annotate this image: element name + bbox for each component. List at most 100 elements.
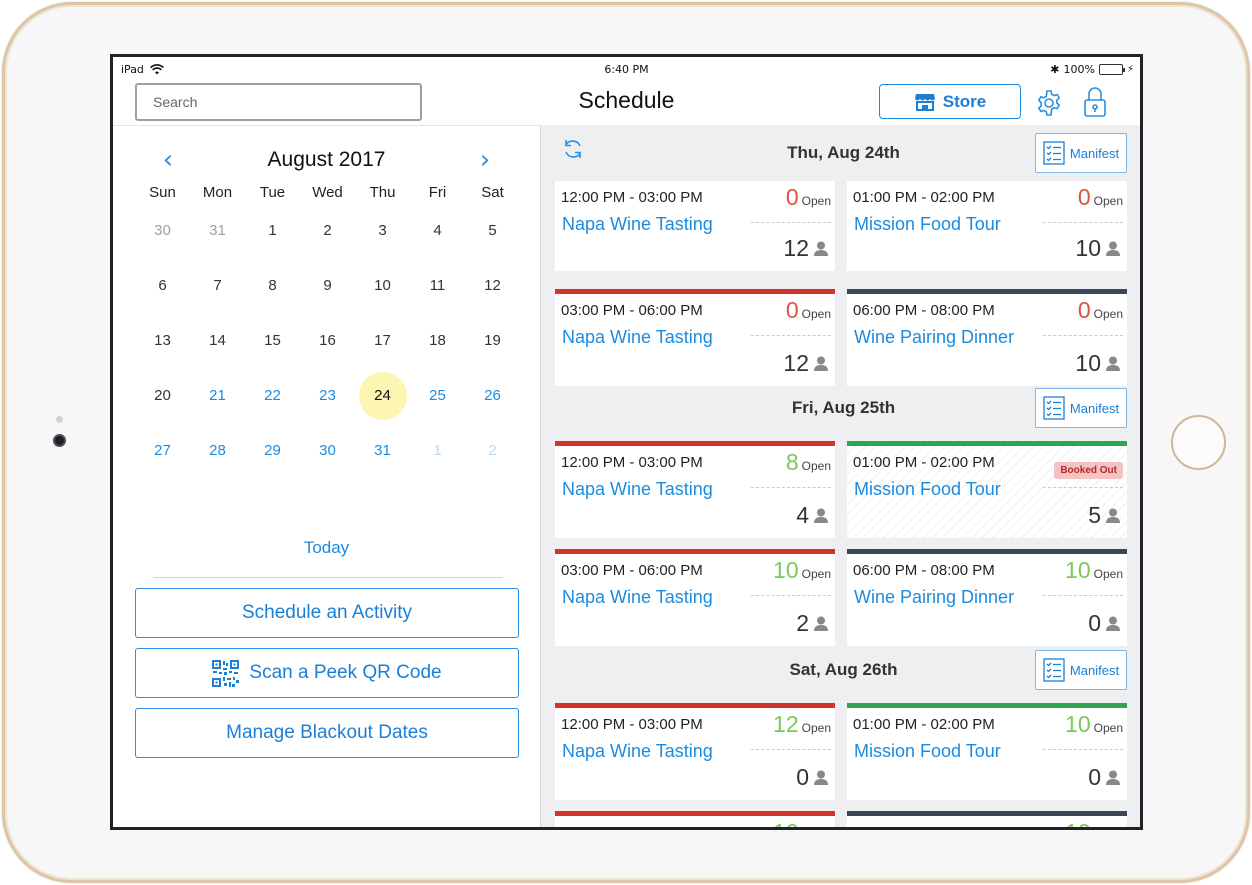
booked-count: 10: [1075, 235, 1101, 261]
calendar-day-label: 2: [488, 442, 497, 459]
calendar-day[interactable]: 29: [245, 423, 300, 478]
activity-card[interactable]: 06:00 PM - 08:00 PM Wine Pairing Dinner 0 O…: [847, 289, 1127, 386]
calendar-day[interactable]: 20: [135, 368, 190, 423]
scan-qr-button[interactable]: Scan a Peek QR Code: [135, 648, 519, 698]
activity-card[interactable]: 06:00 PM - 08:00 PMWine Pairing Dinner10…: [847, 811, 1127, 827]
search-input[interactable]: [135, 83, 422, 121]
activity-name: Napa Wine Tasting: [562, 327, 713, 347]
calendar-day[interactable]: 22: [245, 368, 300, 423]
weekday-label: Tue: [259, 184, 286, 201]
calendar-day[interactable]: 27: [135, 423, 190, 478]
activity-time: 12:00 PM - 03:00 PM: [561, 454, 703, 471]
calendar-day[interactable]: 6: [135, 258, 190, 313]
calendar-day[interactable]: 2: [300, 203, 355, 258]
calendar-day[interactable]: 30: [300, 423, 355, 478]
calendar-day[interactable]: 8: [245, 258, 300, 313]
open-spots: 0 Open: [1078, 184, 1123, 211]
activity-card[interactable]: 01:00 PM - 02:00 PM Mission Food Tour 10 Op…: [847, 703, 1127, 800]
lock-icon[interactable]: [1083, 86, 1107, 118]
open-label: Open: [801, 567, 831, 581]
activity-card[interactable]: 03:00 PM - 06:00 PM Napa Wine Tasting 0 Ope…: [555, 289, 835, 386]
booked-count: 2: [796, 610, 809, 636]
activity-card[interactable]: 12:00 PM - 03:00 PM Napa Wine Tasting 0 Ope…: [555, 181, 835, 271]
today-link[interactable]: Today: [113, 538, 540, 558]
sensor-dot: [56, 416, 63, 423]
calendar-day-label: 4: [433, 222, 442, 239]
home-button[interactable]: [1171, 415, 1226, 470]
booked-guests: 0: [1088, 610, 1121, 637]
calendar-day[interactable]: 16: [300, 313, 355, 368]
open-count: 0: [785, 184, 799, 210]
calendar-day[interactable]: 21: [190, 368, 245, 423]
divider: [1043, 335, 1123, 336]
calendar-day[interactable]: 5: [465, 203, 520, 258]
calendar-day[interactable]: 11: [410, 258, 465, 313]
activity-card[interactable]: 12:00 PM - 03:00 PM Napa Wine Tasting 8 Ope…: [555, 441, 835, 538]
divider: [153, 577, 503, 578]
calendar-day[interactable]: 31: [355, 423, 410, 478]
activity-card[interactable]: 06:00 PM - 08:00 PMWine Pairing Dinner10…: [847, 549, 1127, 646]
day-section: Sat, Aug 26th Manifest 12:00 PM - 03:00 PM…: [541, 650, 1140, 827]
activity-name: Mission Food Tour: [854, 479, 1001, 499]
calendar-day-label: 31: [209, 222, 226, 239]
calendar-day[interactable]: 4: [410, 203, 465, 258]
person-icon: [1106, 616, 1120, 631]
open-spots: 0 Open: [1078, 297, 1123, 324]
divider: [751, 222, 831, 223]
gear-icon[interactable]: [1035, 89, 1063, 117]
manifest-button[interactable]: Manifest: [1035, 650, 1127, 690]
screen: iPad 6:40 PM ✱ 100% ⚡ Schedule Store: [110, 54, 1143, 830]
activity-name: Wine Pairing Dinner: [854, 587, 1015, 607]
manifest-button[interactable]: Manifest: [1035, 388, 1127, 428]
calendar-day[interactable]: 25: [410, 368, 465, 423]
calendar-day[interactable]: 1: [410, 423, 465, 478]
calendar-day[interactable]: 3: [355, 203, 410, 258]
booked-guests: 5: [1088, 502, 1121, 529]
calendar-day[interactable]: 17: [355, 313, 410, 368]
activity-name: Wine Pairing Dinner: [854, 327, 1015, 347]
calendar-day[interactable]: 31: [190, 203, 245, 258]
booked-guests: 4: [796, 502, 829, 529]
calendar-day[interactable]: 9: [300, 258, 355, 313]
divider: [1043, 749, 1123, 750]
calendar-day-label: 18: [429, 332, 446, 349]
manifest-button[interactable]: Manifest: [1035, 133, 1127, 173]
calendar-day[interactable]: 26: [465, 368, 520, 423]
activity-card[interactable]: 01:00 PM - 02:00 PM Mission Food Tour Book…: [847, 441, 1127, 538]
calendar-day[interactable]: 13: [135, 313, 190, 368]
calendar-day[interactable]: 7: [190, 258, 245, 313]
calendar-day-label: 14: [209, 332, 226, 349]
calendar-day[interactable]: 18: [410, 313, 465, 368]
calendar-day[interactable]: 2: [465, 423, 520, 478]
booked-guests: 10: [1075, 350, 1121, 377]
calendar-day[interactable]: 23: [300, 368, 355, 423]
calendar-day[interactable]: 28: [190, 423, 245, 478]
calendar-day[interactable]: 15: [245, 313, 300, 368]
activity-card[interactable]: 01:00 PM - 02:00 PM Mission Food Tour 0 Ope…: [847, 181, 1127, 271]
calendar-day[interactable]: 12: [465, 258, 520, 313]
calendar-day[interactable]: 19: [465, 313, 520, 368]
calendar-day-selected[interactable]: 24: [355, 368, 410, 423]
calendar-day-label: 11: [429, 277, 446, 294]
open-spots: 8 Open: [786, 449, 831, 476]
activity-card[interactable]: 03:00 PM - 06:00 PMNapa Wine Tasting10Op…: [555, 811, 835, 827]
activity-card[interactable]: 12:00 PM - 03:00 PM Napa Wine Tasting 12 Op…: [555, 703, 835, 800]
blackout-dates-label: Manage Blackout Dates: [226, 722, 428, 743]
schedule-activity-button[interactable]: Schedule an Activity: [135, 588, 519, 638]
calendar-grid: 30 31 1 2 3 4 5 6 7 8 9 10 11 12 13 14 15 16 17 18 19 20 21 22 2…: [135, 203, 520, 478]
divider: [751, 487, 831, 488]
blackout-dates-button[interactable]: Manage Blackout Dates: [135, 708, 519, 758]
activity-card[interactable]: 03:00 PM - 06:00 PMNapa Wine Tasting10Op…: [555, 549, 835, 646]
open-spots: 0 Open: [786, 184, 831, 211]
person-icon: [814, 356, 828, 371]
calendar-day[interactable]: 14: [190, 313, 245, 368]
calendar-day[interactable]: 10: [355, 258, 410, 313]
store-button[interactable]: Store: [879, 84, 1021, 119]
open-label: Open: [1093, 307, 1123, 321]
open-label: Open: [801, 307, 831, 321]
chevron-right-icon[interactable]: ›: [473, 147, 497, 175]
calendar-header: ‹ August 2017 ›: [113, 147, 540, 177]
calendar-day[interactable]: 30: [135, 203, 190, 258]
calendar-day[interactable]: 1: [245, 203, 300, 258]
manifest-label: Manifest: [1069, 400, 1120, 416]
